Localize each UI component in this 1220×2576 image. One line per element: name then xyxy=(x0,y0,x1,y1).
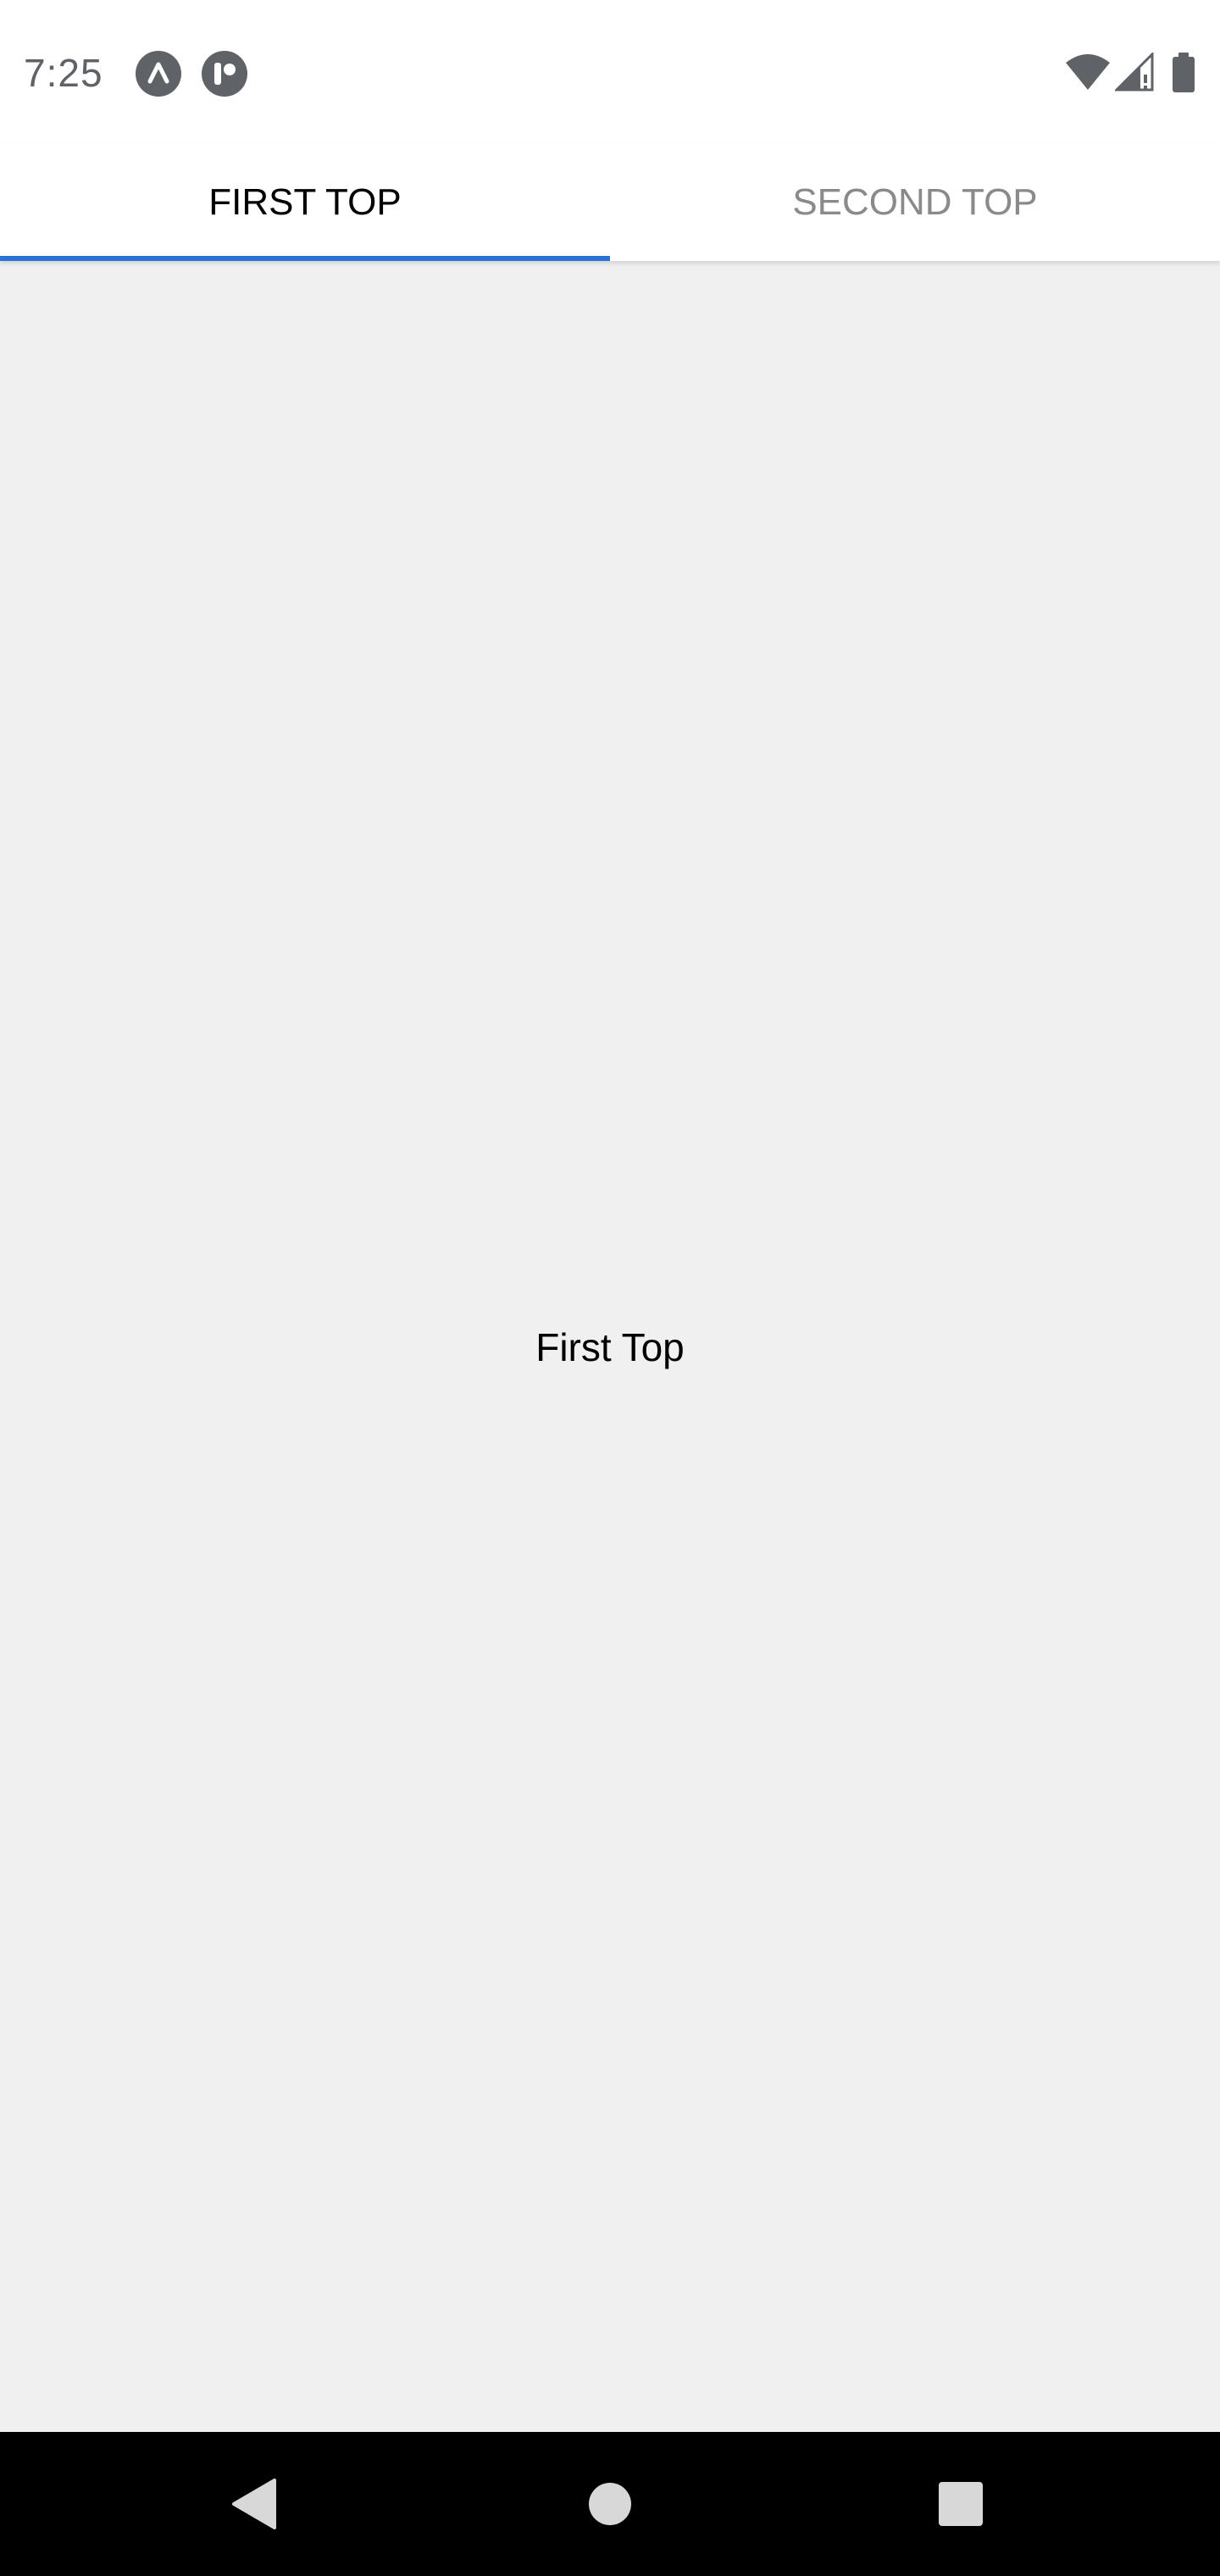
navigation-bar xyxy=(0,2432,1220,2576)
status-bar: 7:25 xyxy=(0,0,1220,144)
home-button[interactable] xyxy=(525,2432,695,2576)
recents-icon xyxy=(939,2482,983,2526)
cellular-signal-icon xyxy=(1113,51,1154,96)
tab-first-top[interactable]: FIRST TOP xyxy=(0,144,610,261)
content-title: First Top xyxy=(535,1325,685,1369)
tab-second-top[interactable]: SECOND TOP xyxy=(610,144,1220,261)
home-icon xyxy=(589,2483,631,2525)
app-screen: 7:25 FIRST TOP SECOND TOP First Top xyxy=(0,0,1220,2576)
back-button[interactable] xyxy=(169,2432,339,2576)
wifi-icon xyxy=(1064,53,1112,96)
status-time: 7:25 xyxy=(24,51,103,95)
tab-first-top-label: FIRST TOP xyxy=(208,181,402,223)
recents-button[interactable] xyxy=(876,2432,1045,2576)
tab-active-indicator xyxy=(0,256,610,261)
tab-second-top-label: SECOND TOP xyxy=(792,181,1038,223)
tab-content: First Top xyxy=(0,261,1220,2432)
back-icon xyxy=(232,2479,276,2529)
app-notification-icon xyxy=(202,51,247,97)
battery-icon xyxy=(1171,53,1196,97)
top-tab-bar: FIRST TOP SECOND TOP xyxy=(0,144,1220,261)
expo-icon xyxy=(136,51,181,97)
